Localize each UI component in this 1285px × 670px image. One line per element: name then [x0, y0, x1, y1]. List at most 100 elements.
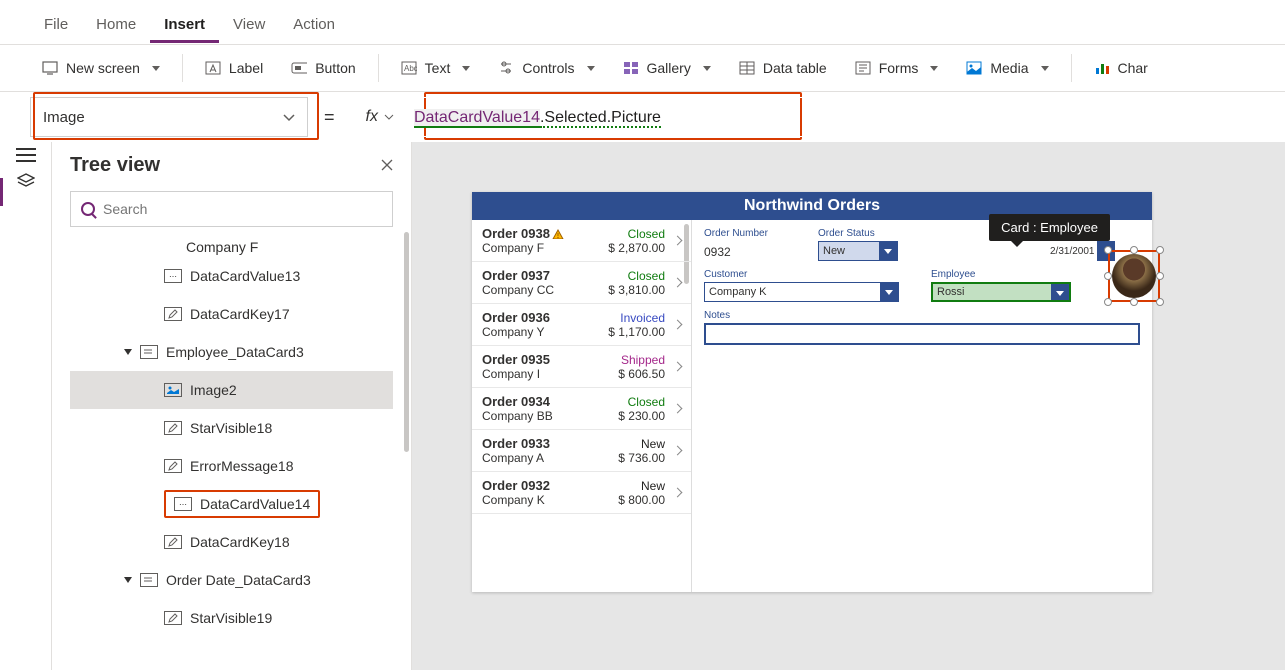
employee-image-selected[interactable]	[1108, 250, 1160, 302]
notes-input[interactable]	[704, 323, 1140, 345]
resize-handle[interactable]	[1130, 246, 1138, 254]
chevron-down-icon[interactable]	[384, 108, 394, 126]
formula-text[interactable]: DataCardValue14.Selected.Picture	[394, 107, 661, 127]
tree-item-label: ErrorMessage18	[190, 458, 294, 474]
order-status-select[interactable]: New	[818, 241, 898, 261]
order-number: Order 0933	[482, 436, 550, 451]
chart-button[interactable]: Char	[1082, 54, 1160, 82]
order-gallery[interactable]: Order 0938Company FClosed$ 2,870.00Order…	[472, 220, 692, 592]
label-button[interactable]: Label	[193, 54, 275, 82]
formula-input-area[interactable]: fx DataCardValue14.Selected.Picture	[351, 97, 1255, 137]
controls-button[interactable]: Controls	[486, 54, 606, 82]
button-button[interactable]: Button	[279, 54, 367, 82]
employee-select[interactable]: Rossi	[931, 282, 1071, 302]
resize-handle[interactable]	[1156, 272, 1164, 280]
tree-item-label: Image2	[190, 382, 237, 398]
scrollbar[interactable]	[404, 232, 409, 452]
controls-icon	[498, 60, 514, 76]
expand-caret-icon[interactable]	[124, 577, 132, 583]
order-company: Company Y	[482, 325, 550, 339]
resize-handle[interactable]	[1104, 298, 1112, 306]
forms-label: Forms	[879, 60, 919, 76]
order-company: Company BB	[482, 409, 553, 423]
tree-item-errormessage18[interactable]: ErrorMessage18	[70, 447, 393, 485]
menu-view[interactable]: View	[219, 8, 279, 43]
data-table-label: Data table	[763, 60, 827, 76]
order-list-item[interactable]: Order 0932Company KNew$ 800.00	[472, 472, 691, 514]
gallery-label: Gallery	[647, 60, 691, 76]
property-selector[interactable]: Image	[30, 97, 308, 137]
close-icon[interactable]	[381, 158, 393, 174]
tree-item-starvisible19[interactable]: StarVisible19	[70, 599, 393, 637]
tree-item-order-date-datacard3[interactable]: Order Date_DataCard3	[70, 561, 393, 599]
order-amount: $ 800.00	[618, 493, 665, 507]
order-list-item[interactable]: Order 0938Company FClosed$ 2,870.00	[472, 220, 691, 262]
order-status: New	[641, 479, 665, 493]
tree-item-employee-datacard3[interactable]: Employee_DataCard3	[70, 333, 393, 371]
menu-insert[interactable]: Insert	[150, 8, 219, 43]
property-value: Image	[43, 109, 85, 126]
order-list-item[interactable]: Order 0934Company BBClosed$ 230.00	[472, 388, 691, 430]
notes-label: Notes	[704, 310, 1140, 321]
workarea: Tree view Company F⋯DataCardValue13DataC…	[0, 142, 1285, 670]
svg-text:Abc: Abc	[404, 64, 417, 73]
tree-item-image2[interactable]: Image2	[70, 371, 393, 409]
tree-title: Tree view	[70, 154, 160, 177]
order-status: Closed	[628, 395, 665, 409]
canvas[interactable]: Northwind Orders Order 0938Company FClos…	[412, 142, 1285, 670]
order-amount: $ 736.00	[618, 451, 665, 465]
tree-item-datacardkey18[interactable]: DataCardKey18	[70, 523, 393, 561]
order-list-item[interactable]: Order 0936Company YInvoiced$ 1,170.00	[472, 304, 691, 346]
menu-home[interactable]: Home	[82, 8, 150, 43]
formula-function: DataCardValue14	[414, 109, 540, 128]
tree-search[interactable]	[70, 191, 393, 227]
tree-item-label: Company F	[186, 239, 258, 255]
data-table-button[interactable]: Data table	[727, 54, 839, 82]
order-status: Invoiced	[620, 311, 665, 325]
order-list-item[interactable]: Order 0935Company IShipped$ 606.50	[472, 346, 691, 388]
order-status: Closed	[628, 227, 665, 241]
chart-label: Char	[1118, 60, 1148, 76]
tree-item-label: StarVisible18	[190, 420, 272, 436]
tree-item-datacardvalue13[interactable]: ⋯DataCardValue13	[70, 257, 393, 295]
tree-item-starvisible18[interactable]: StarVisible18	[70, 409, 393, 447]
fx-icon: fx	[352, 108, 384, 126]
separator	[182, 54, 183, 82]
gallery-button[interactable]: Gallery	[611, 54, 723, 82]
expand-caret-icon[interactable]	[124, 349, 132, 355]
resize-handle[interactable]	[1104, 246, 1112, 254]
formula-bar: Image = fx DataCardValue14.Selected.Pict…	[0, 92, 1285, 142]
search-input[interactable]	[103, 201, 382, 217]
text-button[interactable]: Abc Text	[389, 54, 483, 82]
menu-action[interactable]: Action	[279, 8, 349, 43]
chart-icon	[1094, 60, 1110, 76]
tree-item-company-f[interactable]: Company F	[70, 237, 393, 257]
tree-item-datacardkey17[interactable]: DataCardKey17	[70, 295, 393, 333]
order-number: Order 0938	[482, 226, 564, 241]
resize-handle[interactable]	[1130, 298, 1138, 306]
formula-rest: .Selected.Picture	[540, 109, 661, 128]
customer-select[interactable]: Company K	[704, 282, 899, 302]
tree-item-label: StarVisible19	[190, 610, 272, 626]
order-list-item[interactable]: Order 0933Company ANew$ 736.00	[472, 430, 691, 472]
media-button[interactable]: Media	[954, 54, 1060, 82]
order-status: Shipped	[621, 353, 665, 367]
order-form: Order Number 0932 Order Status New aid D…	[692, 220, 1152, 592]
tree-item-datacardvalue14[interactable]: ⋯DataCardValue14	[70, 485, 393, 523]
tree-list: Company F ⋯DataCardValue13DataCardKey17Em…	[70, 237, 393, 637]
search-icon	[81, 202, 95, 216]
order-number: Order 0935	[482, 352, 550, 367]
order-number: Order 0937	[482, 268, 554, 283]
order-amount: $ 3,810.00	[608, 283, 665, 297]
resize-handle[interactable]	[1104, 272, 1112, 280]
forms-button[interactable]: Forms	[843, 54, 951, 82]
resize-handle[interactable]	[1156, 246, 1164, 254]
hamburger-icon[interactable]	[16, 154, 36, 156]
order-list-item[interactable]: Order 0937Company CCClosed$ 3,810.00	[472, 262, 691, 304]
order-number-label: Order Number	[704, 228, 804, 239]
tree-view-icon[interactable]	[17, 174, 35, 188]
new-screen-button[interactable]: New screen	[30, 54, 172, 82]
order-status: Closed	[628, 269, 665, 283]
menu-file[interactable]: File	[30, 8, 82, 43]
resize-handle[interactable]	[1156, 298, 1164, 306]
